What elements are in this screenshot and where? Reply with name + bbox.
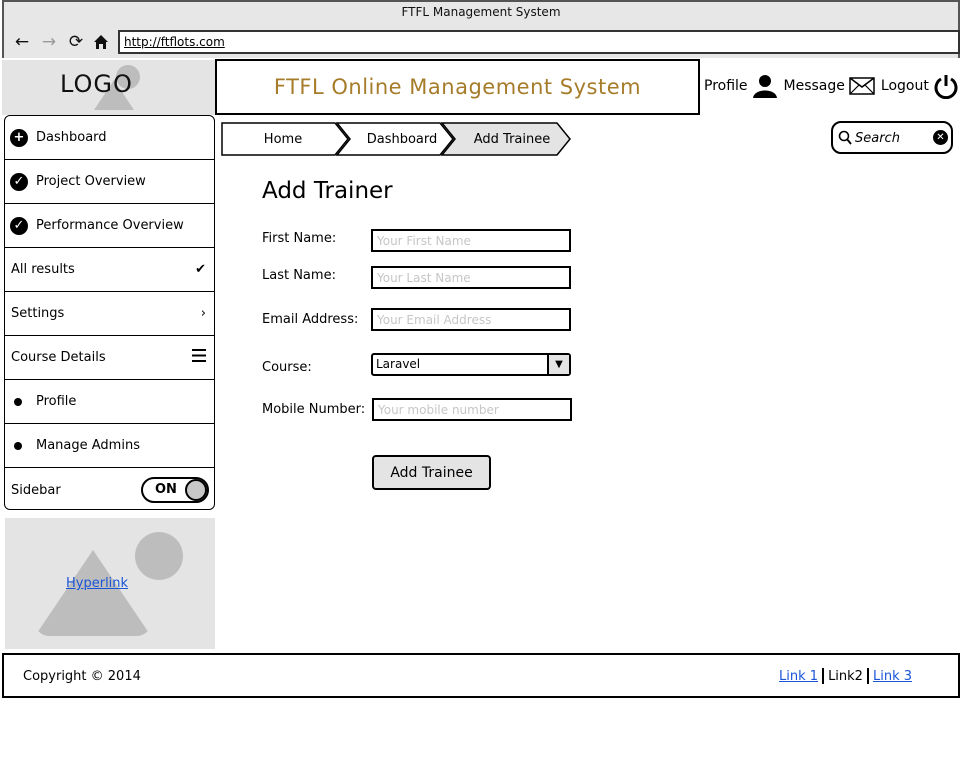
user-icon: [752, 75, 777, 98]
address-bar[interactable]: http://ftflots.com: [118, 30, 960, 54]
email-field[interactable]: [371, 308, 571, 331]
image-sun-shape: [135, 532, 183, 580]
logout-link-label: Logout: [880, 78, 929, 94]
course-select[interactable]: Laravel ▼: [371, 353, 571, 376]
sidebar-nav: + Dashboard ✓ Project Overview ✓ Perform…: [4, 115, 215, 510]
sidebar-item-label: All results: [11, 262, 75, 277]
footer-link-1[interactable]: Link 1: [779, 669, 818, 684]
check-circle-icon: ✓: [10, 172, 28, 191]
first-name-label: First Name:: [262, 231, 337, 246]
sidebar-item-dashboard[interactable]: + Dashboard: [5, 116, 214, 160]
power-icon: [934, 75, 958, 99]
chevron-right-icon: ›: [200, 306, 206, 321]
logout-link[interactable]: Logout: [881, 73, 959, 99]
breadcrumb-dashboard[interactable]: Dashboard: [336, 122, 454, 156]
breadcrumb-home[interactable]: Home: [221, 122, 349, 156]
add-trainee-button[interactable]: Add Trainee: [372, 455, 491, 490]
sidebar-item-sidebar-toggle: Sidebar ON: [5, 468, 214, 509]
hamburger-icon: [192, 349, 206, 366]
sidebar-item-label: Project Overview: [36, 174, 146, 189]
sidebar-item-label: Dashboard: [36, 130, 107, 145]
home-icon[interactable]: [91, 32, 111, 52]
checkmark-icon: ✔: [195, 262, 206, 277]
sidebar-item-performance-overview[interactable]: ✓ Performance Overview: [5, 204, 214, 248]
mobile-field[interactable]: [372, 398, 572, 421]
sidebar-item-project-overview[interactable]: ✓ Project Overview: [5, 160, 214, 204]
sidebar-item-label: Settings: [11, 306, 65, 321]
clear-search-icon[interactable]: ✕: [933, 130, 948, 145]
profile-link-label: Profile: [704, 78, 748, 94]
bullet-icon: [14, 397, 22, 406]
image-placeholder: Hyperlink: [5, 518, 215, 649]
window-title: FTFL Management System: [401, 5, 561, 19]
page-title: Add Trainer: [262, 178, 393, 204]
breadcrumb-label: Dashboard: [366, 131, 438, 147]
search-input[interactable]: [855, 128, 931, 148]
reload-icon[interactable]: ⟳: [66, 32, 86, 52]
browser-toolbar: FTFL Management System ← → ⟳ http://ftfl…: [2, 0, 960, 58]
sidebar-item-label: Sidebar: [11, 482, 61, 498]
sidebar-item-label: Course Details: [11, 350, 106, 365]
footer-link-divider: [866, 668, 869, 684]
sidebar-item-course-details[interactable]: Course Details: [5, 336, 214, 380]
breadcrumb-label: Home: [263, 131, 303, 147]
message-link-label: Message: [783, 78, 845, 94]
back-arrow-icon[interactable]: ←: [12, 32, 32, 52]
dropdown-arrow-icon: ▼: [547, 355, 569, 374]
toggle-knob: [185, 479, 207, 501]
sidebar-item-label: Manage Admins: [36, 438, 140, 453]
first-name-field[interactable]: [371, 229, 571, 252]
sidebar-item-profile[interactable]: Profile: [5, 380, 214, 424]
course-label: Course:: [262, 360, 312, 375]
sidebar-item-manage-admins[interactable]: Manage Admins: [5, 424, 214, 468]
footer-link-2[interactable]: Link2: [828, 669, 863, 684]
last-name-label: Last Name:: [262, 268, 336, 283]
envelope-icon: [849, 77, 875, 95]
email-label: Email Address:: [262, 312, 359, 327]
footer-links: Link 1 Link2 Link 3: [779, 668, 912, 684]
check-circle-icon: ✓: [10, 216, 28, 235]
breadcrumb-label: Add Trainee: [473, 131, 551, 147]
forward-arrow-icon[interactable]: →: [39, 32, 59, 52]
breadcrumb: Home Dashboard Add Trainee: [221, 122, 571, 156]
app-title: FTFL Online Management System: [273, 75, 642, 99]
top-links: Profile Message Logout: [704, 70, 960, 102]
last-name-field[interactable]: [371, 266, 571, 289]
toggle-state-label: ON: [155, 482, 177, 497]
logo-text: LOGO: [60, 70, 133, 98]
sidebar-item-all-results[interactable]: All results ✔: [5, 248, 214, 292]
mobile-label: Mobile Number:: [262, 402, 366, 417]
sidebar-item-label: Profile: [36, 394, 77, 409]
search-box: ✕: [831, 121, 953, 154]
course-select-value: Laravel: [376, 357, 421, 371]
sidebar-item-label: Performance Overview: [36, 218, 184, 233]
breadcrumb-add-trainee[interactable]: Add Trainee: [441, 122, 571, 156]
profile-link[interactable]: Profile: [704, 74, 778, 98]
logo: LOGO: [2, 60, 215, 115]
footer-link-3[interactable]: Link 3: [873, 669, 912, 684]
plus-circle-icon: +: [10, 128, 28, 147]
message-link[interactable]: Message: [784, 77, 875, 95]
copyright-text: Copyright © 2014: [23, 669, 141, 684]
sidebar-toggle-switch[interactable]: ON: [141, 477, 209, 503]
search-icon: [838, 130, 852, 145]
image-mountain-shape: [35, 550, 151, 636]
image-hyperlink[interactable]: Hyperlink: [66, 576, 128, 591]
footer: Copyright © 2014 Link 1 Link2 Link 3: [2, 653, 960, 698]
sidebar-item-settings[interactable]: Settings ›: [5, 292, 214, 336]
bullet-icon: [14, 441, 22, 450]
footer-link-divider: [822, 668, 825, 684]
app-header: FTFL Online Management System: [215, 59, 700, 115]
